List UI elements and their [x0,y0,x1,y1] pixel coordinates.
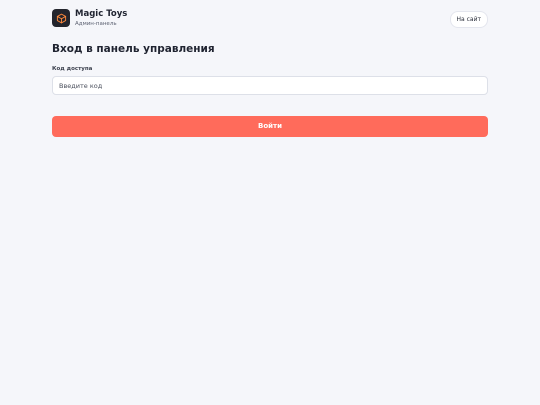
cube-icon [56,13,66,23]
access-code-input[interactable] [52,76,488,95]
brand-subtitle: Админ-панель [75,21,117,27]
brand-name: Magic Toys [75,9,128,19]
login-button[interactable]: Войти [52,116,488,137]
access-code-label: Код доступа [52,66,93,72]
to-site-button[interactable]: На сайт [449,11,488,28]
header: Magic Toys Админ-панель На сайт [52,9,488,29]
page-title: Вход в панель управления [52,43,215,55]
logo[interactable] [52,9,70,27]
